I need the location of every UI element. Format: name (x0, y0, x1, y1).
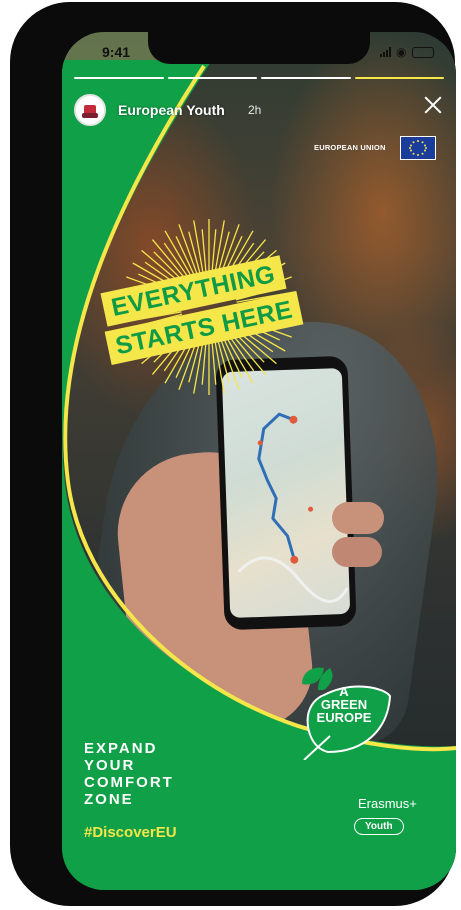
post-time: 2h (248, 103, 262, 117)
status-time: 9:41 (102, 44, 131, 60)
close-icon[interactable] (422, 94, 444, 116)
progress-segment (354, 77, 444, 79)
hashtag[interactable]: #DiscoverEU (84, 824, 177, 841)
account-name[interactable]: European Youth (118, 102, 225, 118)
tagline-line: ZONE (84, 791, 134, 808)
brand-name: Erasmus+ (358, 796, 417, 811)
brand-sub-badge: Youth (354, 818, 404, 835)
progress-segment (74, 77, 164, 79)
phone-frame: 9:41 ◉ European Youth 2h EUROPEAN UNION (10, 2, 456, 906)
notch (148, 32, 370, 64)
eu-flag-icon (400, 136, 436, 160)
battery-icon (412, 47, 434, 58)
story-screen[interactable]: 9:41 ◉ European Youth 2h EUROPEAN UNION (62, 32, 456, 890)
tagline-line: YOUR (84, 757, 136, 774)
tagline-line: EXPAND (84, 740, 158, 757)
wifi-icon: ◉ (396, 45, 407, 59)
progress-segment (261, 77, 351, 79)
story-progress-bars (74, 77, 444, 79)
badge-text: A GREEN EUROPE (304, 685, 384, 724)
avatar[interactable] (74, 94, 106, 126)
progress-segment (167, 77, 257, 79)
tagline-line: COMFORT (84, 774, 174, 791)
tagline: EXPAND YOUR COMFORT ZONE (84, 740, 174, 808)
signal-icon (380, 47, 392, 57)
badge-line-3: EUROPE (316, 710, 372, 725)
sponsor-label: EUROPEAN UNION (314, 143, 386, 152)
